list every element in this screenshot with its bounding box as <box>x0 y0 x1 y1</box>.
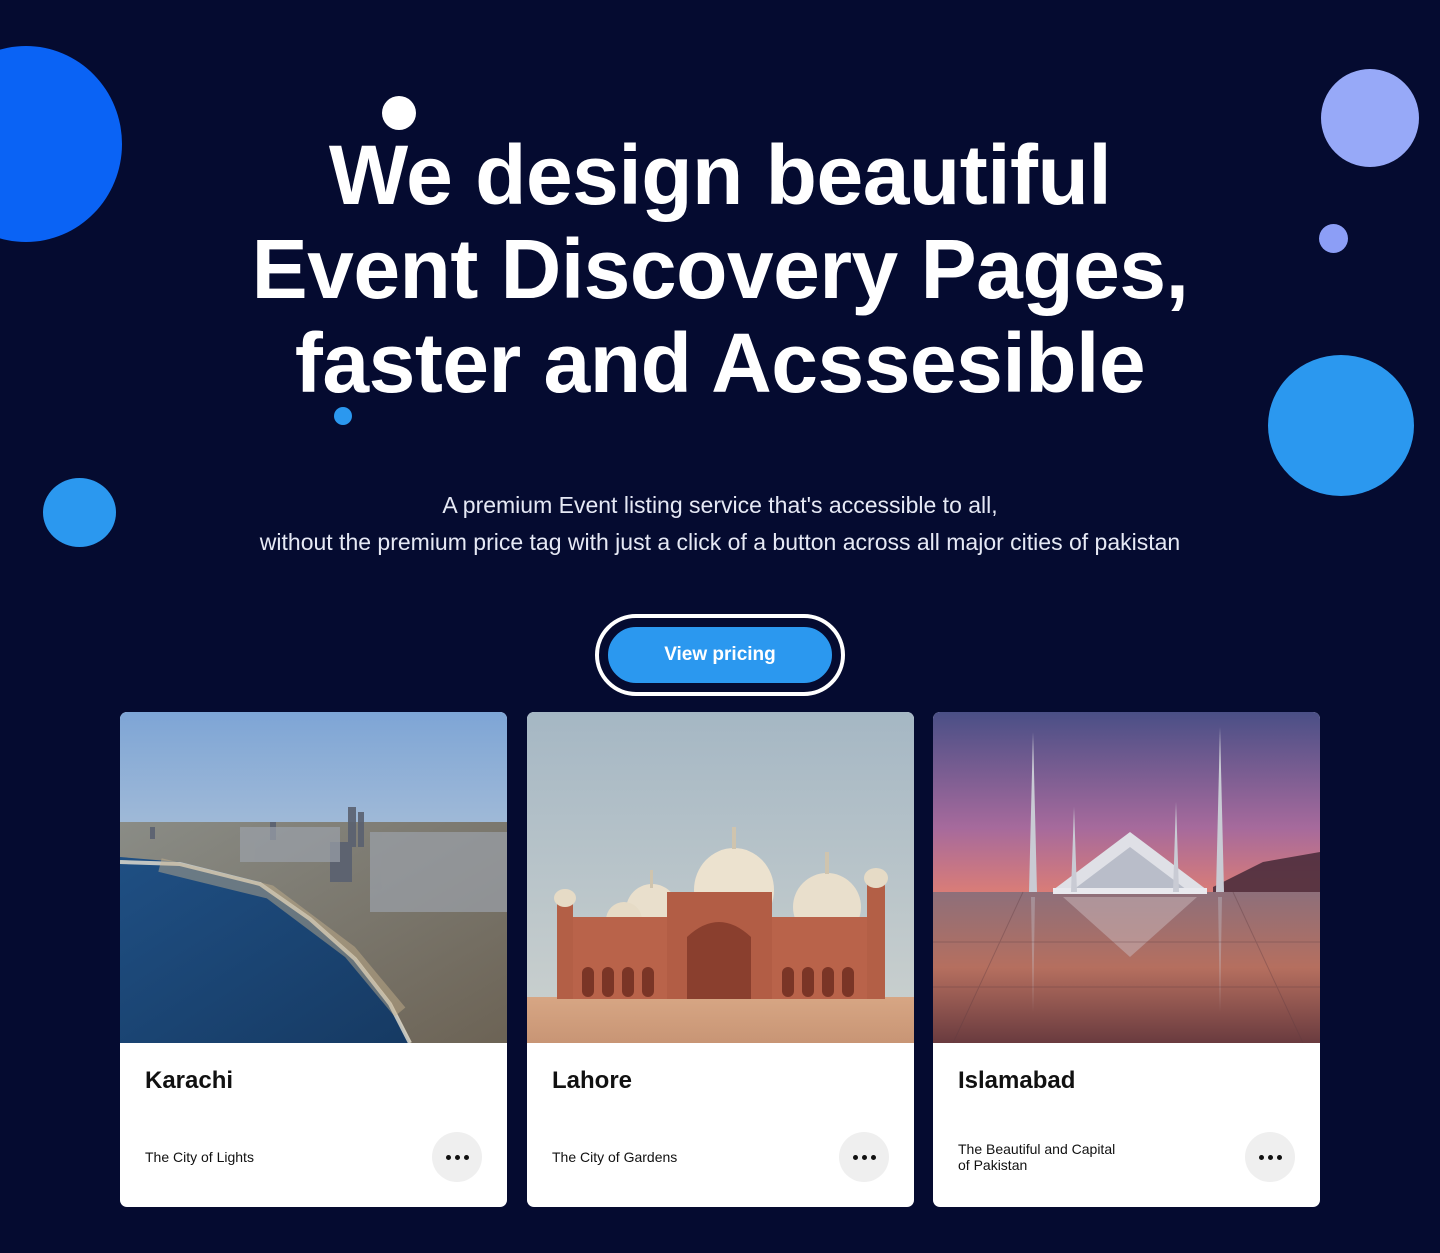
decorative-blob <box>0 46 122 242</box>
more-options-button[interactable] <box>1245 1132 1295 1182</box>
more-horizontal-icon-dot <box>1276 1154 1282 1160</box>
more-horizontal-icon <box>445 1154 451 1160</box>
city-name: Islamabad <box>958 1067 1076 1094</box>
hero-subtitle-line: A premium Event listing service that's a… <box>442 492 998 518</box>
hero-title-line: faster and Acssesible <box>294 316 1146 410</box>
hero-subtitle-line: without the premium price tag with just … <box>259 529 1181 555</box>
city-name: Lahore <box>552 1067 633 1094</box>
decorative-blob <box>43 478 116 547</box>
city-card-islamabad[interactable]: Islamabad The Beautiful and Capital of P… <box>933 712 1320 1207</box>
hero-subtitle: A premium Event listing service that's a… <box>120 487 1320 561</box>
more-options-button[interactable] <box>839 1132 889 1182</box>
city-tagline: The Beautiful and Capital of Pakistan <box>958 1141 1116 1173</box>
more-horizontal-icon-dot <box>454 1154 460 1160</box>
more-horizontal-icon <box>852 1154 858 1160</box>
city-tagline: The City of Lights <box>145 1149 254 1165</box>
hero-title-line: We design beautiful <box>328 128 1112 222</box>
city-card-lahore[interactable]: Lahore The City of Gardens <box>527 712 914 1207</box>
city-card-karachi[interactable]: Karachi The City of Lights <box>120 712 507 1207</box>
more-horizontal-icon-dot <box>463 1154 469 1160</box>
city-image-lahore <box>527 712 914 1043</box>
landing-page: We design beautiful Event Discovery Page… <box>0 0 1440 1253</box>
city-name: Karachi <box>145 1067 234 1094</box>
decorative-blob <box>1321 69 1419 167</box>
city-tagline: The City of Gardens <box>552 1149 678 1165</box>
more-horizontal-icon-dot <box>1267 1154 1273 1160</box>
more-horizontal-icon <box>1258 1154 1264 1160</box>
hero-title: We design beautiful Event Discovery Page… <box>120 128 1320 410</box>
city-image-islamabad <box>933 712 1320 1043</box>
decorative-dot <box>1319 224 1348 253</box>
view-pricing-button[interactable]: View pricing <box>604 623 836 687</box>
more-options-button[interactable] <box>432 1132 482 1182</box>
decorative-dot <box>382 96 416 130</box>
more-horizontal-icon-dot <box>870 1154 876 1160</box>
more-horizontal-icon-dot <box>861 1154 867 1160</box>
hero-title-line: Event Discovery Pages, <box>251 222 1189 316</box>
city-image-karachi <box>120 712 507 1043</box>
